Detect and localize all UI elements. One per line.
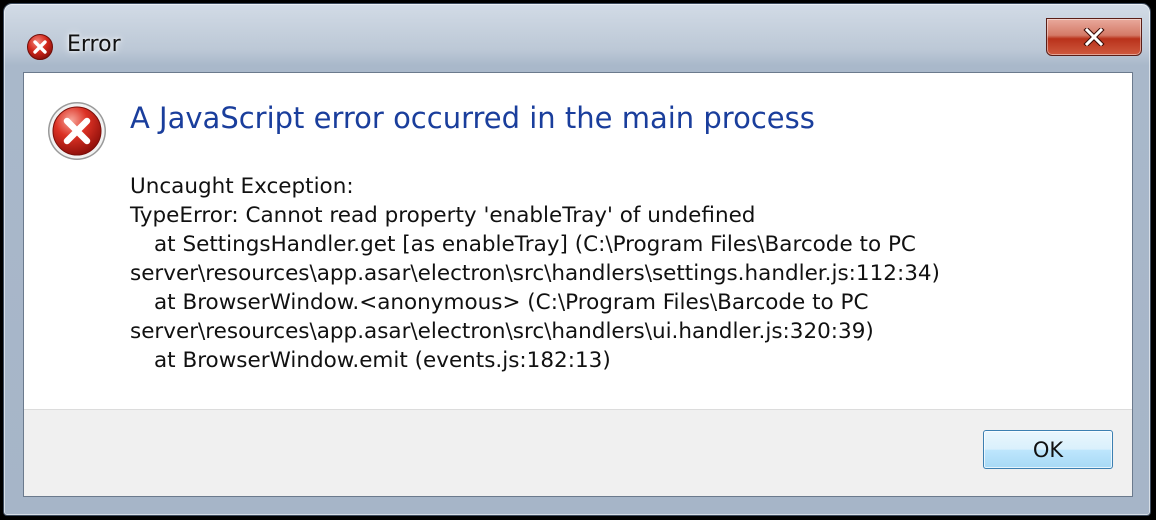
message-area: A JavaScript error occurred in the main … [24, 73, 1132, 409]
close-icon [1083, 28, 1105, 46]
message-line: at SettingsHandler.get [as enableTray] (… [154, 232, 916, 257]
button-bar: OK [24, 409, 1132, 496]
message-line: server\resources\app.asar\electron\src\h… [130, 319, 874, 344]
message-line: Uncaught Exception: [130, 174, 354, 199]
message-line: TypeError: Cannot read property 'enableT… [130, 203, 756, 228]
ok-button[interactable]: OK [983, 430, 1113, 469]
error-message: Uncaught Exception: TypeError: Cannot re… [130, 172, 1120, 375]
error-dialog-window: Error A JavaScript error occurred in the… [3, 3, 1151, 516]
close-button[interactable] [1046, 18, 1142, 56]
dialog-heading: A JavaScript error occurred in the main … [130, 101, 815, 135]
error-icon [46, 100, 108, 162]
message-line: at BrowserWindow.emit (events.js:182:13) [154, 348, 611, 373]
error-icon [26, 33, 54, 61]
dialog-content: A JavaScript error occurred in the main … [23, 72, 1133, 497]
message-line: at BrowserWindow.<anonymous> (C:\Program… [154, 290, 869, 315]
window-title: Error [67, 32, 121, 57]
message-line: server\resources\app.asar\electron\src\h… [130, 261, 940, 286]
title-bar[interactable]: Error [4, 4, 1150, 72]
